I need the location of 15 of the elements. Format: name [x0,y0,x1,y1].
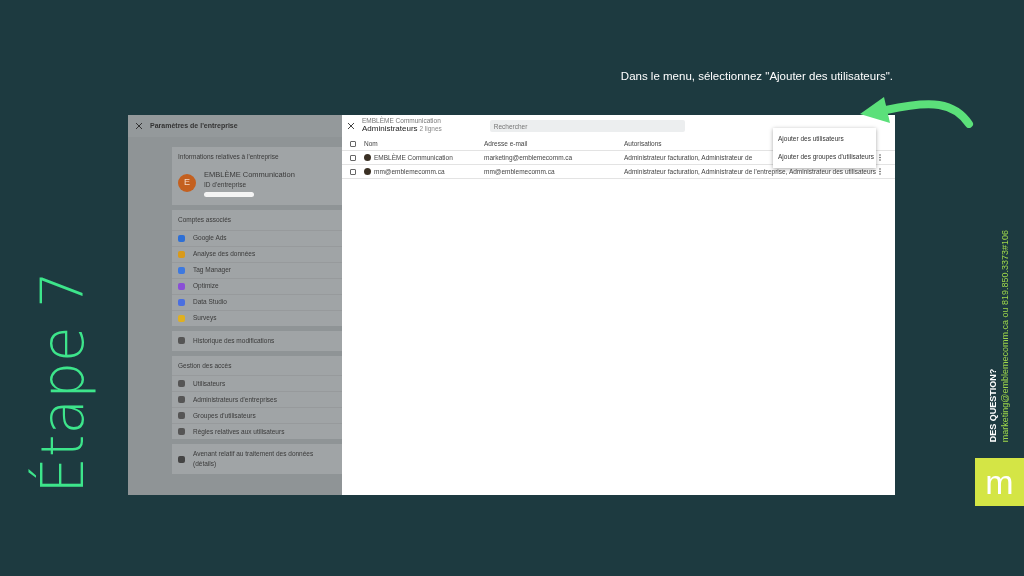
close-icon[interactable] [348,123,354,129]
step-title: Étape 7 [27,270,99,496]
close-icon[interactable] [136,123,142,129]
row-checkbox[interactable] [350,168,356,175]
brand-logo: m [975,458,1024,506]
select-all-checkbox[interactable] [350,140,356,147]
row-checkbox[interactable] [350,154,356,161]
avatar: E [178,173,196,192]
redaction-mark [204,191,254,197]
contact-details: marketing@emblemecomm.ca ou 819.850.3373#106 [998,229,1011,442]
panel-title: Administrateurs [362,123,418,133]
contact-heading: DES QUESTION? [986,367,999,442]
document-icon [178,455,185,463]
instruction-text: Dans le menu, sélectionnez "Ajouter des utilisateurs". [619,69,894,84]
history-icon [178,337,185,344]
